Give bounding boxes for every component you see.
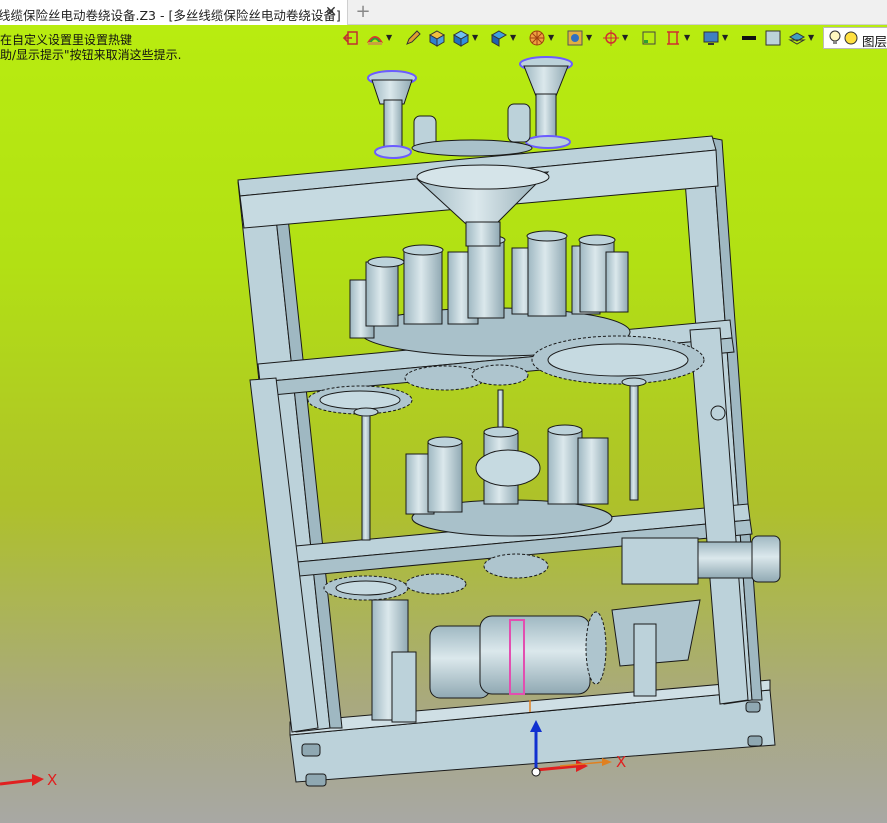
top-spools [367,56,573,159]
solid-cube-icon[interactable] [452,29,470,47]
layer-stack-icon[interactable] [788,29,806,47]
rainbow-icon[interactable] [366,29,384,47]
side-knob [710,405,726,421]
chevron-down-icon[interactable]: ▼ [622,33,628,42]
sun-icon[interactable] [844,31,858,45]
chevron-down-icon[interactable]: ▼ [808,33,814,42]
display-icon[interactable] [702,29,720,47]
shaded-cube-icon[interactable] [428,29,446,47]
frame-icon[interactable] [640,29,658,47]
pencil-icon[interactable] [404,29,422,47]
crosshair-icon[interactable] [602,29,620,47]
texture-icon[interactable] [566,29,584,47]
exit-icon[interactable] [342,29,360,47]
document-tab[interactable]: 线缆保险丝电动卷绕设备.Z3 - [多丝线缆保险丝电动卷绕设备] ✕ [0,0,348,25]
view-toolbar: ▼ ▼ ▼ ▼ ▼ ▼ ▼ ▼ ▼ [340,25,887,51]
chevron-down-icon[interactable]: ▼ [548,33,554,42]
3d-viewport[interactable]: 在自定义设置里设置热键 助/显示提示"按钮来取消这些提示. X X ▼ ▼ ▼ … [0,25,887,823]
render-wheel-icon[interactable] [528,29,546,47]
layer-label: 图层 [862,34,887,49]
chevron-down-icon[interactable]: ▼ [472,33,478,42]
face-color-icon[interactable] [764,29,782,47]
tab-bar: 线缆保险丝电动卷绕设备.Z3 - [多丝线缆保险丝电动卷绕设备] ✕ + [0,0,887,25]
chevron-down-icon[interactable]: ▼ [386,33,392,42]
view-orient-icon[interactable] [490,29,508,47]
cad-model[interactable] [0,25,887,823]
close-tab-icon[interactable]: ✕ [322,3,340,21]
chevron-down-icon[interactable]: ▼ [722,33,728,42]
middle-bobbins [405,424,613,537]
chevron-down-icon[interactable]: ▼ [586,33,592,42]
section-icon[interactable] [664,29,682,47]
layer-selector[interactable]: 图层 [823,27,887,49]
tab-title: 线缆保险丝电动卷绕设备.Z3 - [多丝线缆保险丝电动卷绕设备] [0,8,341,23]
corner-axis [0,774,44,786]
upper-bobbins [349,230,631,357]
bulb-icon[interactable] [828,30,842,46]
chevron-down-icon[interactable]: ▼ [510,33,516,42]
line-weight-icon[interactable] [740,29,758,47]
new-tab-icon[interactable]: + [354,2,372,22]
chevron-down-icon[interactable]: ▼ [684,33,690,42]
